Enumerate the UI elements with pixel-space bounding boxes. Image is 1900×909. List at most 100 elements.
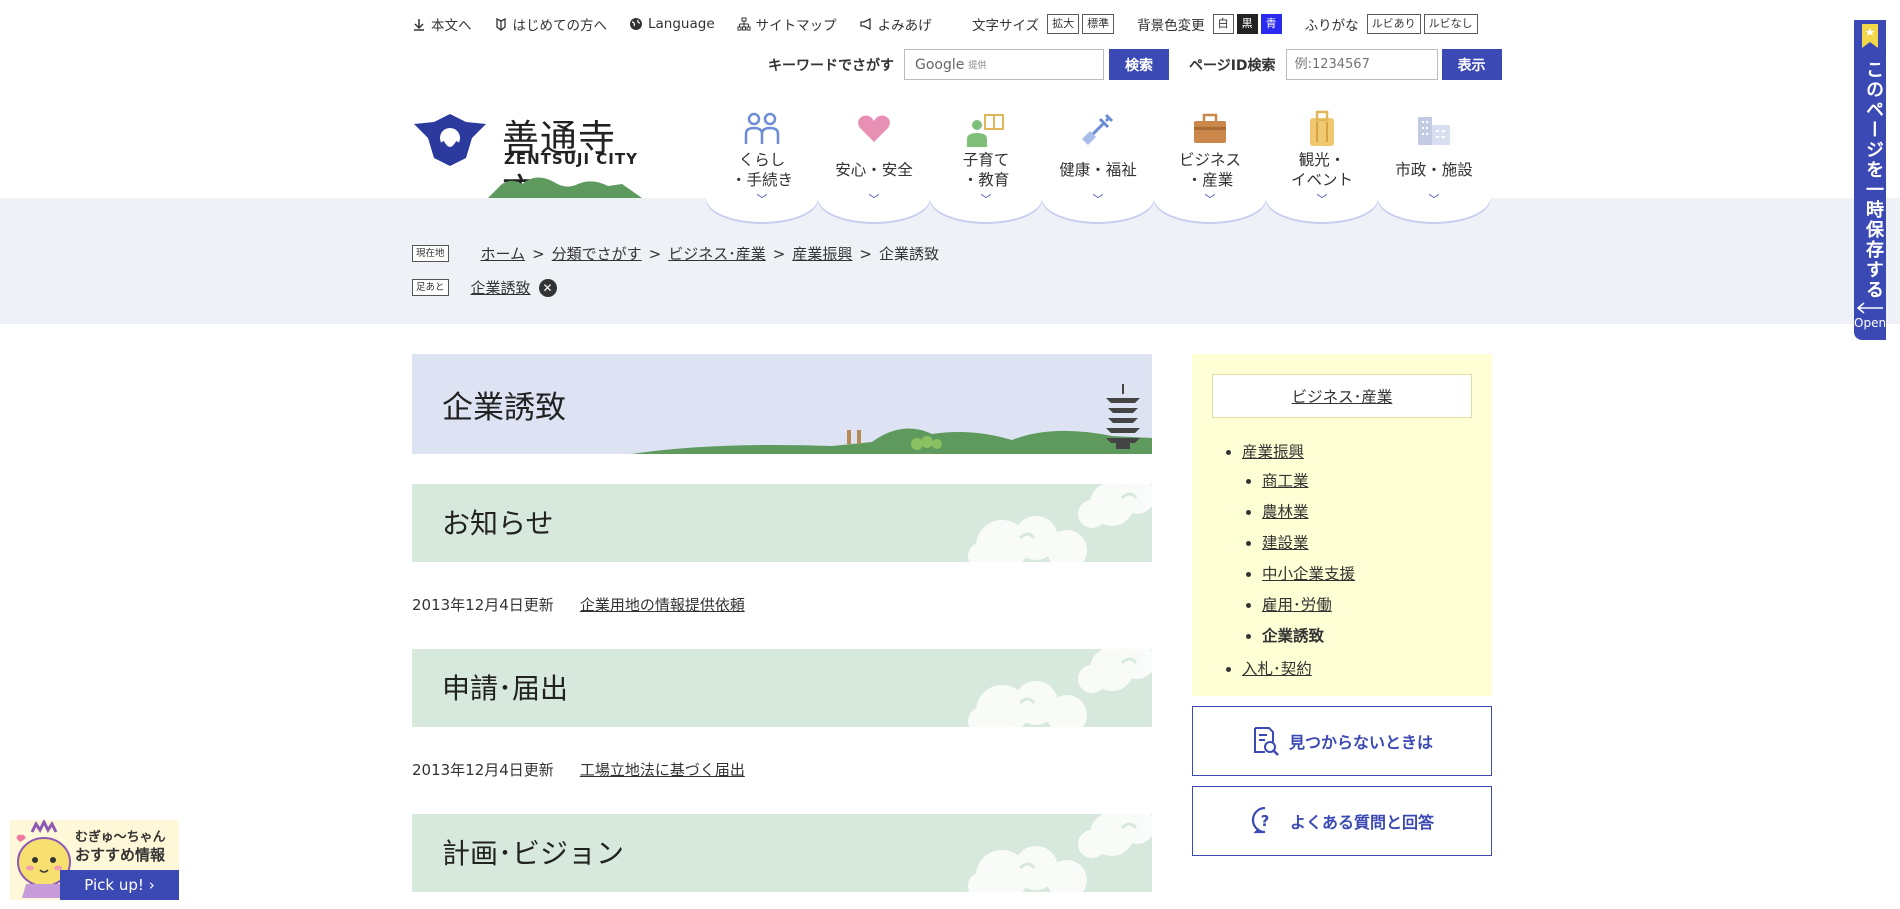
nav-business-label: ビジネス ・産業 — [1178, 151, 1241, 189]
section-heading: 申請･届出 — [442, 672, 569, 705]
nav-arcs — [706, 198, 1490, 222]
nav-kanko-label: 観光・ イベント — [1290, 151, 1353, 189]
display-controls: 文字サイズ 拡大 標準 背景色変更 白 黒 青 ふりがな ルビあり ルビなし — [972, 14, 1481, 34]
bg-black-button[interactable]: 黒 — [1236, 14, 1258, 34]
arrow-left-icon — [1856, 302, 1883, 314]
page: 本文へ はじめての方へ Language サイトマップ よみあげ 文字サイズ 拡… — [0, 0, 1900, 909]
search-row: キーワードでさがす Google提供 検索 ページID検索 表示 — [768, 49, 1502, 80]
book-person-icon — [967, 114, 1004, 147]
section-heading: 計画･ビジョン — [442, 837, 625, 870]
pickup-button[interactable]: Pick up! › — [60, 870, 179, 900]
show-button[interactable]: 表示 — [1441, 49, 1502, 80]
syringe-icon — [1082, 113, 1114, 145]
keyword-search-input[interactable]: Google 提供 — [904, 49, 1104, 80]
sidebar-sublist: 商工業 農林業 建設業 中小企業支援 雇用･労働 企業誘致 — [1262, 469, 1355, 655]
people-icon — [744, 112, 780, 144]
google-label: Google — [915, 56, 965, 73]
search-document-icon — [1253, 727, 1279, 756]
sidebar-item-current: 企業誘致 — [1262, 624, 1355, 646]
sidebar-item-norin: 農林業 — [1262, 500, 1355, 522]
cloud-pattern-icon — [968, 814, 1152, 892]
breadcrumb-category[interactable]: 分類でさがす — [552, 243, 642, 264]
svg-text:?: ? — [1261, 812, 1270, 830]
article-link[interactable]: 企業用地の情報提供依頼 — [580, 594, 745, 615]
globe-icon — [630, 18, 642, 30]
sitemap-link[interactable]: サイトマップ — [737, 14, 837, 34]
chevron-right-icon: › — [148, 876, 155, 894]
font-size-label: 文字サイズ — [972, 18, 1040, 34]
history-tag: 足あと — [412, 279, 449, 296]
sidebar-item-kensetsu: 建設業 — [1262, 531, 1355, 553]
breadcrumb-sangyo[interactable]: 産業振興 — [792, 243, 852, 264]
furigana-label: ふりがな — [1304, 18, 1359, 34]
ruby-off-button[interactable]: ルビなし — [1423, 14, 1478, 34]
mountain-icon — [488, 177, 642, 198]
city-emblem-icon — [414, 114, 486, 166]
not-found-label: 見つからないときは — [1288, 733, 1433, 752]
save-page-label: このページを一時保存する — [1863, 60, 1884, 300]
font-large-button[interactable]: 拡大 — [1047, 14, 1080, 34]
sitemap-label: サイトマップ — [755, 18, 837, 34]
close-icon[interactable]: ✕ — [538, 278, 557, 297]
logo-english: ZENTSUJI CITY — [504, 150, 638, 168]
keyword-search-label: キーワードでさがす — [768, 57, 894, 74]
save-page-tab[interactable]: このページを一時保存する Open — [1854, 20, 1886, 340]
landscape-illustration-icon — [632, 384, 1152, 454]
faq-label: よくある質問と回答 — [1289, 813, 1434, 832]
history-trail: 足あと 企業誘致 ✕ — [412, 277, 557, 298]
list-item: 2013年12月4日更新 企業用地の情報提供依頼 — [412, 594, 745, 615]
section-shinsei: 申請･届出 — [412, 649, 1152, 727]
not-found-button[interactable]: 見つからないときは — [1192, 706, 1492, 776]
sidebar-list: 入札･契約 — [1242, 657, 1312, 688]
bg-color-label: 背景色変更 — [1137, 18, 1205, 34]
ruby-on-button[interactable]: ルビあり — [1366, 14, 1421, 34]
cloud-pattern-icon — [968, 649, 1152, 727]
bg-blue-button[interactable]: 青 — [1260, 14, 1282, 34]
skip-to-content-link[interactable]: 本文へ — [412, 14, 472, 34]
breadcrumb-home[interactable]: ホーム — [481, 243, 526, 264]
nav-kosodate-label: 子育て ・教育 — [962, 151, 1010, 189]
beginner-icon — [495, 17, 506, 31]
bg-white-button[interactable]: 白 — [1212, 14, 1234, 34]
current-location-tag: 現在地 — [412, 245, 449, 262]
read-aloud-link[interactable]: よみあげ — [859, 14, 932, 34]
history-item[interactable]: 企業誘致 — [471, 277, 531, 298]
mascot-banner[interactable]: むぎゅ～ちゃん おすすめ情報 Pick up! › — [10, 820, 179, 900]
sidebar-list: 産業振興 — [1242, 440, 1304, 471]
article-link[interactable]: 工場立地法に基づく届出 — [580, 759, 745, 780]
briefcase-icon — [1194, 113, 1226, 143]
city-logo[interactable]: 善通寺市 ZENTSUJI CITY — [412, 108, 642, 214]
search-button[interactable]: 検索 — [1109, 49, 1169, 80]
nav-kenko-label: 健康・福祉 — [1059, 161, 1137, 179]
cloud-pattern-icon — [968, 484, 1152, 562]
sidebar-heading[interactable]: ビジネス･産業 — [1212, 374, 1472, 418]
breadcrumb: 現在地 ホーム > 分類でさがす > ビジネス･産業 > 産業振興 > 企業誘致 — [412, 243, 939, 264]
open-label: Open — [1854, 316, 1887, 330]
bookmark-icon — [1862, 24, 1878, 48]
heart-icon — [858, 115, 890, 142]
language-link[interactable]: Language — [629, 16, 715, 32]
section-heading: お知らせ — [442, 507, 554, 540]
skip-label: 本文へ — [431, 18, 472, 34]
first-time-label: はじめての方へ — [512, 18, 608, 34]
faq-button[interactable]: ? よくある質問と回答 — [1192, 786, 1492, 856]
mascot-title: おすすめ情報 — [75, 846, 166, 864]
sidebar-item-koyo: 雇用･労働 — [1262, 593, 1355, 615]
update-date: 2013年12月4日更新 — [412, 596, 554, 614]
breadcrumb-business[interactable]: ビジネス･産業 — [668, 243, 766, 264]
sidebar-item-sangyo: 産業振興 — [1242, 440, 1304, 462]
page-id-input[interactable] — [1285, 49, 1438, 80]
list-item: 2013年12月4日更新 工場立地法に基づく届出 — [412, 759, 745, 780]
section-keikaku: 計画･ビジョン — [412, 814, 1152, 892]
first-time-link[interactable]: はじめての方へ — [494, 14, 608, 34]
utility-bar: 本文へ はじめての方へ Language サイトマップ よみあげ — [412, 14, 932, 34]
section-oshirase: お知らせ — [412, 484, 1152, 562]
font-standard-button[interactable]: 標準 — [1082, 14, 1115, 34]
update-date: 2013年12月4日更新 — [412, 761, 554, 779]
megaphone-icon — [859, 17, 871, 31]
read-aloud-label: よみあげ — [877, 18, 932, 34]
sidebar-item-nyusatsu: 入札･契約 — [1242, 657, 1312, 679]
arrow-down-icon — [414, 19, 424, 31]
page-id-label: ページID検索 — [1189, 57, 1276, 74]
sitemap-icon — [737, 17, 751, 31]
